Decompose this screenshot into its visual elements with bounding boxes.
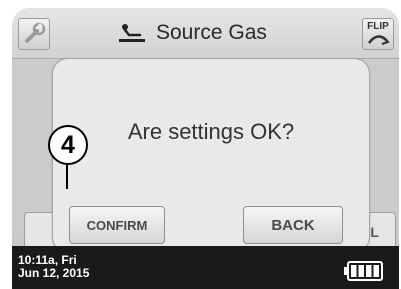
battery-cell <box>358 265 364 277</box>
back-button[interactable]: BACK <box>243 206 343 244</box>
battery-cell <box>373 265 379 277</box>
page-title: Source Gas <box>156 21 267 44</box>
status-bar: 10:11a, Fri Jun 12, 2015 <box>12 246 399 289</box>
confirm-dialog: Are settings OK? CONFIRM BACK <box>52 58 370 253</box>
battery-cell <box>366 265 372 277</box>
flip-button[interactable]: FLIP <box>362 18 394 50</box>
confirm-button[interactable]: CONFIRM <box>69 206 165 244</box>
flip-arrow-icon <box>368 35 390 45</box>
status-datetime: 10:11a, Fri Jun 12, 2015 <box>18 254 89 280</box>
callout-number: 4 <box>61 131 75 159</box>
gas-source-icon <box>119 24 145 42</box>
page-title-group: Source Gas <box>112 20 302 46</box>
status-date: Jun 12, 2015 <box>18 266 90 280</box>
battery-cell <box>351 265 357 277</box>
callout-leader-line <box>66 163 68 189</box>
dialog-message: Are settings OK? <box>127 119 295 144</box>
title-bar: Source Gas FLIP <box>12 8 399 59</box>
battery-icon <box>344 261 383 281</box>
wrench-icon <box>25 22 46 43</box>
callout-marker: 4 <box>48 125 88 165</box>
settings-button[interactable] <box>18 18 50 50</box>
